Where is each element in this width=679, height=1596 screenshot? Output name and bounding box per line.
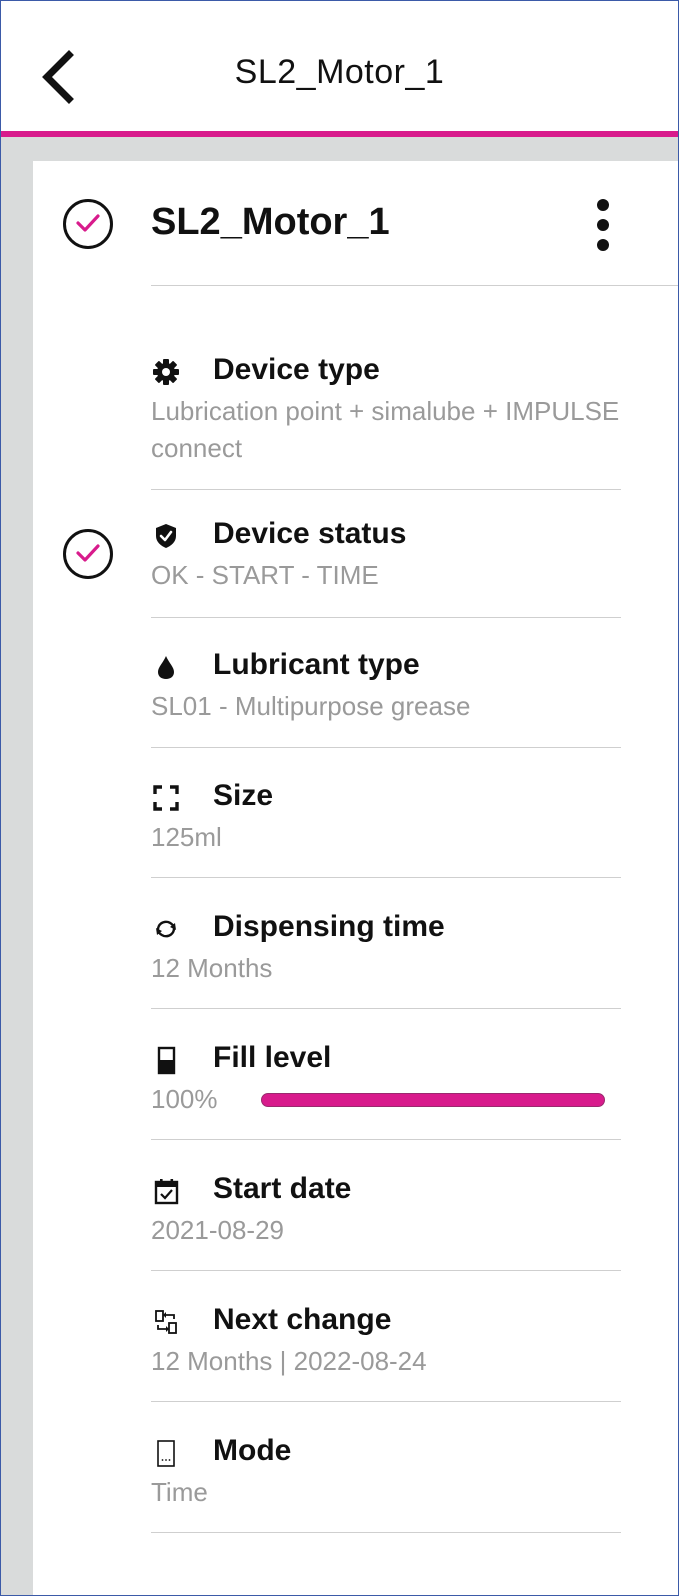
- dispensing-time-label: Dispensing time: [213, 910, 445, 943]
- status-ok-check-icon: [63, 529, 113, 579]
- fill-level-value: 100%: [151, 1084, 218, 1114]
- divider: [151, 1270, 621, 1271]
- divider: [151, 877, 621, 878]
- mode-label: Mode: [213, 1434, 292, 1467]
- device-type-label: Device type: [213, 353, 380, 386]
- device-card: SL2_Motor_1 Device type Lubrication poin…: [33, 161, 678, 1595]
- mode-value: Time: [151, 1477, 208, 1507]
- start-date-label: Start date: [213, 1172, 352, 1205]
- dispensing-time-value: 12 Months: [151, 953, 273, 983]
- divider: [151, 1401, 621, 1402]
- battery-icon: [157, 1046, 176, 1075]
- more-options-button[interactable]: [589, 197, 617, 253]
- device-status-label: Device status: [213, 517, 407, 550]
- device-ok-check-icon: [63, 199, 113, 249]
- shield-check-icon: [156, 524, 176, 548]
- start-date-value: 2021-08-29: [151, 1215, 284, 1245]
- cycle-icon: [156, 920, 176, 938]
- device-name: SL2_Motor_1: [151, 201, 390, 243]
- gear-icon: [153, 359, 179, 385]
- mode-device-icon: [157, 1440, 175, 1467]
- size-label: Size: [213, 779, 274, 812]
- size-value: 125ml: [151, 822, 222, 852]
- divider: [151, 1008, 621, 1009]
- lubricant-type-value: SL01 - Multipurpose grease: [151, 691, 471, 721]
- device-type-value: Lubrication point + simalube + IMPULSE c…: [151, 396, 620, 463]
- fill-level-bar: [261, 1093, 605, 1107]
- drop-icon: [158, 656, 174, 679]
- top-bar: SL2_Motor_1: [1, 1, 678, 137]
- next-change-label: Next change: [213, 1303, 392, 1336]
- fill-level-label: Fill level: [213, 1041, 332, 1074]
- next-change-value: 12 Months | 2022-08-24: [151, 1346, 427, 1376]
- divider: [151, 747, 621, 748]
- app-frame: SL2_Motor_1 SL2_Motor_1 Device type Lubr…: [0, 0, 679, 1596]
- expand-icon: [153, 785, 179, 811]
- divider: [151, 285, 678, 286]
- divider: [151, 617, 621, 618]
- divider: [151, 489, 621, 490]
- lubricant-type-label: Lubricant type: [213, 648, 420, 681]
- calendar-check-icon: [154, 1179, 179, 1205]
- divider: [151, 1532, 621, 1533]
- divider: [151, 1139, 621, 1140]
- device-status-value: OK - START - TIME: [151, 560, 379, 590]
- page-title: SL2_Motor_1: [234, 53, 445, 91]
- more-vert-icon: [597, 199, 609, 211]
- swap-icon: [155, 1310, 177, 1334]
